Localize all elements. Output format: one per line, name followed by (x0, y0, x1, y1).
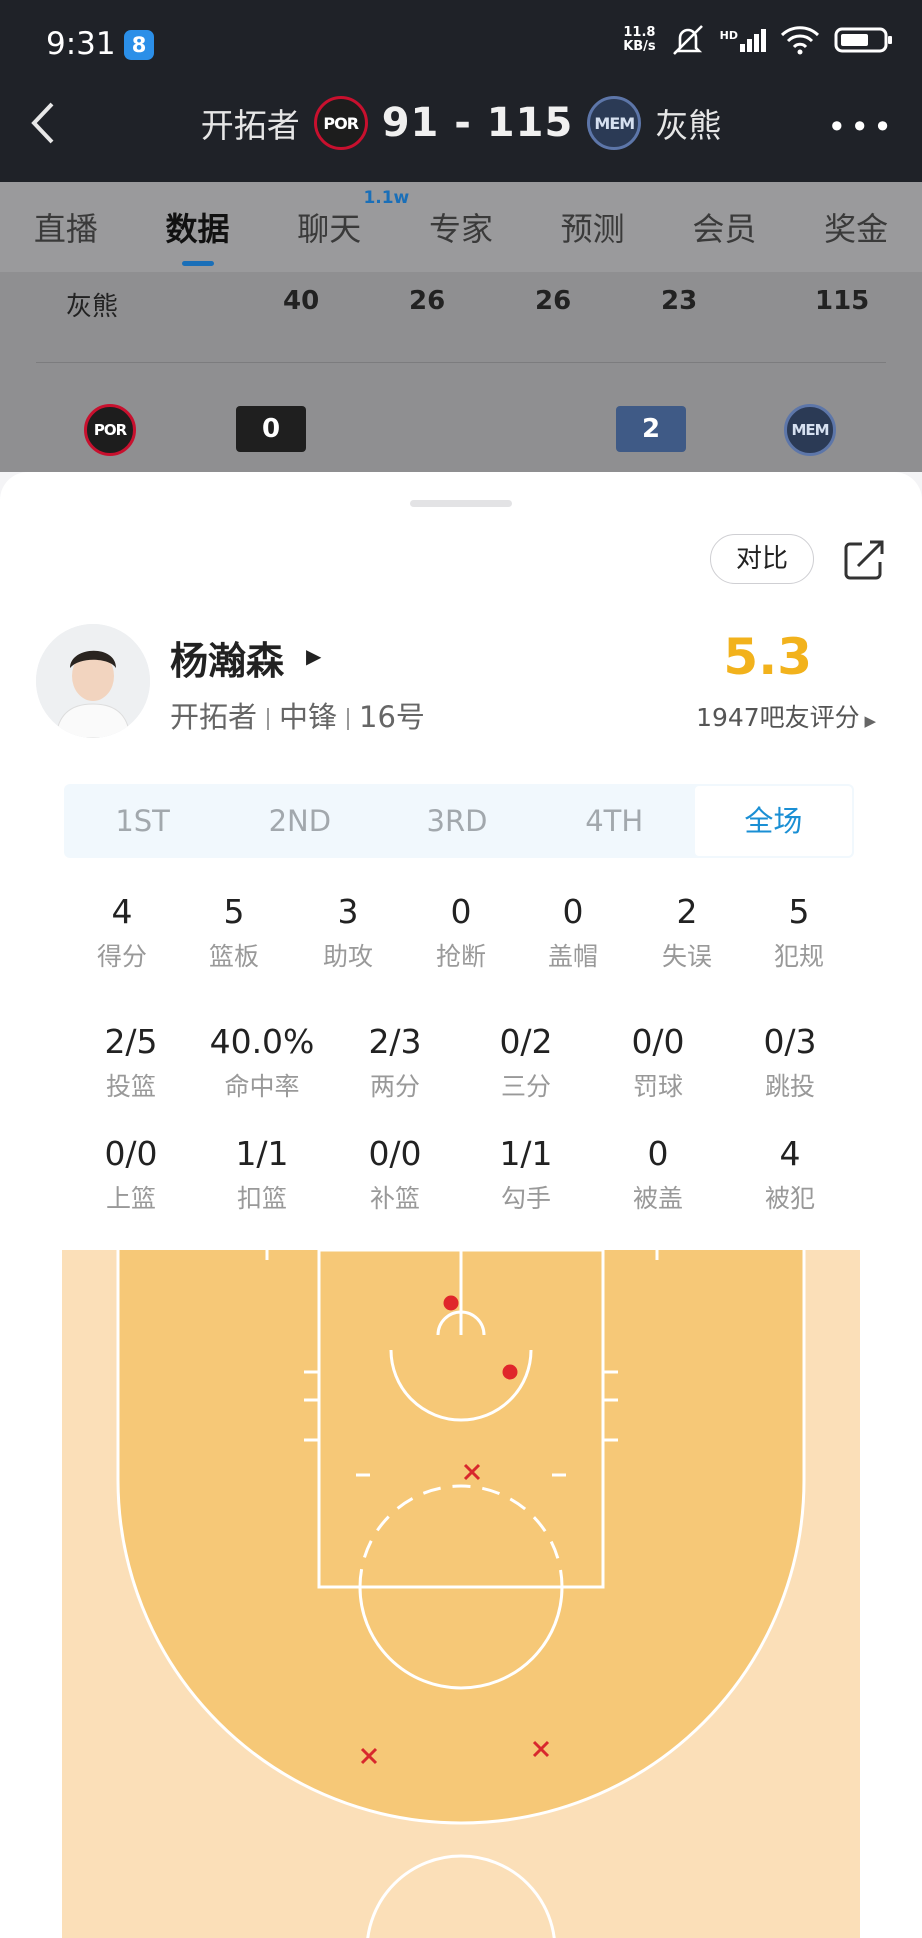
player-stats-sheet: 对比 杨瀚森 ▶ 开拓者 中锋 16号 5.3 1947吧友评分 ▶ 1ST 2ND… (0, 472, 922, 1938)
more-menu-icon[interactable]: ••• (827, 108, 896, 146)
made-shot-marker (502, 1364, 518, 1380)
stat-hook: 1/1 勾手 (499, 1134, 553, 1213)
tab-experts[interactable]: 专家 (423, 204, 499, 250)
tab-predict[interactable]: 预测 (555, 204, 631, 250)
stat-fouls: 5 犯规 (773, 892, 824, 971)
scoreboard-title: 开拓者 POR 91 - 115 MEM 灰熊 (0, 96, 922, 150)
home-logo-icon: POR (84, 404, 136, 456)
player-meta: 开拓者 中锋 16号 (170, 700, 425, 734)
divider (36, 362, 886, 363)
away-team-name: 灰熊 (655, 106, 722, 145)
cell-signal-icon: HD (720, 28, 766, 52)
shot-chart (62, 1250, 860, 1938)
mute-icon (672, 25, 703, 55)
court-svg (62, 1250, 860, 1938)
period-tab-2nd[interactable]: 2ND (221, 784, 378, 858)
tab-prize[interactable]: 奖金 (818, 204, 894, 250)
home-team-name: 开拓者 (200, 106, 300, 145)
period-tab-full-game[interactable]: 全场 (694, 786, 853, 856)
sheet-drag-handle[interactable] (410, 500, 512, 507)
tab-live[interactable]: 直播 (28, 204, 104, 250)
stat-steals: 0 抢断 (435, 892, 486, 971)
home-team-logo-icon[interactable]: POR (313, 96, 368, 150)
home-compare-value: 0 (236, 406, 306, 452)
caret-right-icon[interactable]: ▶ (306, 644, 321, 668)
tab-member[interactable]: 会员 (686, 204, 762, 250)
status-time: 9:31 (46, 26, 116, 62)
chat-count-badge: 1.1w (363, 188, 410, 208)
period-selector: 1ST 2ND 3RD 4TH 全场 (64, 784, 854, 858)
tab-data[interactable]: 数据 (160, 204, 236, 266)
stat-layup: 0/0 上篮 (104, 1134, 158, 1213)
away-compare-value: 2 (616, 406, 686, 452)
stat-blocked: 0 被盖 (632, 1134, 683, 1213)
share-icon[interactable] (842, 538, 886, 582)
wifi-icon (780, 26, 820, 55)
stat-points: 4 得分 (96, 892, 147, 971)
battery-icon (834, 27, 892, 53)
stat-three-pt: 0/2 三分 (499, 1022, 553, 1101)
stat-rebounds: 5 篮板 (208, 892, 259, 971)
stat-assists: 3 助攻 (322, 892, 373, 971)
player-avatar[interactable] (36, 624, 150, 738)
stat-free-throw: 0/0 罚球 (631, 1022, 685, 1101)
player-rating: 5.3 (723, 628, 812, 686)
quarter-score-row: 灰熊 40 26 26 23 115 (66, 286, 870, 322)
stat-fg: 2/5 投篮 (104, 1022, 158, 1101)
stat-jump-shot: 0/3 跳投 (763, 1022, 817, 1101)
net-speed: 11.8 KB/s (623, 25, 656, 54)
stat-fouled: 4 被犯 (764, 1134, 815, 1213)
stat-putback: 0/0 补篮 (368, 1134, 422, 1213)
player-name[interactable]: 杨瀚森 (170, 630, 284, 685)
stat-blocks: 0 盖帽 (547, 892, 598, 971)
game-score: 91 - 115 (381, 100, 574, 146)
tab-chat[interactable]: 聊天 1.1w (291, 188, 409, 250)
stat-dunk: 1/1 扣篮 (235, 1134, 289, 1213)
status-icons: 11.8 KB/s HD (623, 24, 894, 56)
caret-right-icon: ▶ (859, 712, 876, 730)
compare-button[interactable]: 对比 (710, 534, 814, 584)
stat-turnovers: 2 失误 (661, 892, 712, 971)
away-logo-icon: MEM (784, 404, 836, 456)
stat-two-pt: 2/3 两分 (368, 1022, 422, 1101)
app-badge-icon: 8 (124, 30, 154, 60)
away-team-logo-icon[interactable]: MEM (587, 96, 642, 150)
game-tabs: 直播 数据 聊天 1.1w 专家 预测 会员 奖金 (0, 182, 922, 272)
period-tab-4th[interactable]: 4TH (536, 784, 693, 858)
stat-fg-pct: 40.0% 命中率 (209, 1022, 315, 1101)
made-shot-marker (443, 1295, 459, 1311)
rating-link[interactable]: 1947吧友评分 ▶ (696, 698, 876, 734)
period-tab-1st[interactable]: 1ST (64, 784, 221, 858)
game-header: 9:31 8 11.8 KB/s HD 开拓者 POR 91 - 115 MEM… (0, 0, 922, 182)
period-tab-3rd[interactable]: 3RD (378, 784, 535, 858)
